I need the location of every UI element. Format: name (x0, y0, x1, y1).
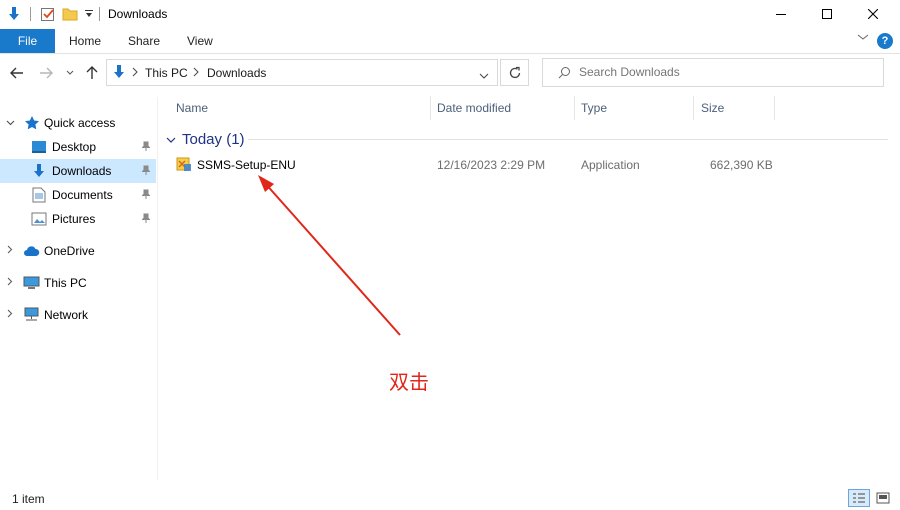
sidebar-item-label: Quick access (44, 116, 116, 130)
breadcrumb-downloads[interactable]: Downloads (207, 66, 266, 80)
search-box[interactable] (542, 58, 884, 87)
pin-icon[interactable] (141, 213, 151, 226)
pictures-icon (31, 212, 47, 229)
column-header-name[interactable]: Name (176, 96, 208, 120)
chevron-right-icon[interactable] (193, 66, 199, 80)
address-bar[interactable]: This PC Downloads (106, 59, 498, 86)
sidebar-item-onedrive[interactable]: OneDrive (0, 239, 156, 263)
chevron-right-icon[interactable] (7, 309, 13, 321)
search-icon (558, 66, 571, 82)
downloads-folder-icon (111, 64, 127, 83)
column-header-type[interactable]: Type (581, 96, 607, 120)
help-icon[interactable]: ? (877, 33, 893, 49)
navigation-pane: Quick access Desktop Downloads Documents (0, 97, 158, 480)
installer-app-icon (176, 156, 192, 175)
column-divider[interactable] (774, 96, 775, 120)
large-icons-view-button[interactable] (872, 489, 894, 507)
file-date-modified: 12/16/2023 2:29 PM (437, 158, 546, 172)
annotation-label: 双击 (389, 370, 429, 394)
group-divider (248, 139, 888, 140)
sidebar-item-this-pc[interactable]: This PC (0, 271, 156, 295)
cloud-icon (23, 245, 40, 260)
group-label: Today (1) (182, 130, 245, 148)
sidebar-item-quick-access[interactable]: Quick access (0, 111, 156, 135)
customize-toolbar-icon[interactable] (84, 8, 94, 22)
tab-view[interactable]: View (187, 29, 213, 53)
new-folder-icon[interactable] (62, 6, 78, 25)
tab-home[interactable]: Home (69, 29, 101, 53)
chevron-right-icon[interactable] (132, 66, 138, 80)
maximize-button[interactable] (804, 0, 850, 28)
toolbar-separator (99, 7, 100, 21)
chevron-down-icon[interactable] (166, 131, 176, 148)
sidebar-item-label: Downloads (52, 164, 112, 178)
column-divider[interactable] (693, 96, 694, 120)
status-item-count: 1 item (12, 492, 45, 506)
group-header-today[interactable]: Today (1) (166, 130, 245, 148)
back-button[interactable] (8, 62, 26, 84)
file-size: 662,390 KB (710, 158, 773, 172)
network-icon (23, 307, 40, 325)
forward-button[interactable] (37, 62, 55, 84)
computer-icon (23, 276, 40, 293)
column-header-date-modified[interactable]: Date modified (437, 96, 511, 120)
tab-share[interactable]: Share (128, 29, 160, 53)
sidebar-item-desktop[interactable]: Desktop (0, 135, 156, 159)
toolbar-separator (30, 7, 31, 21)
breadcrumb-this-pc[interactable]: This PC (145, 66, 188, 80)
sidebar-item-label: Desktop (52, 140, 97, 154)
recent-locations-icon[interactable] (63, 62, 77, 84)
documents-icon (32, 187, 46, 206)
annotation-arrow-icon (258, 175, 401, 336)
sidebar-item-label: OneDrive (44, 244, 95, 258)
up-button[interactable] (84, 62, 100, 84)
sidebar-item-pictures[interactable]: Pictures (0, 207, 156, 231)
column-header-size[interactable]: Size (701, 96, 724, 120)
refresh-button[interactable] (500, 59, 529, 86)
sidebar-item-label: Documents (52, 188, 113, 202)
pin-icon[interactable] (141, 189, 151, 202)
expand-ribbon-icon[interactable] (857, 31, 869, 45)
tab-file[interactable]: File (0, 29, 55, 53)
details-view-button[interactable] (848, 489, 870, 507)
downloads-icon (31, 163, 47, 182)
sidebar-item-network[interactable]: Network (0, 303, 156, 327)
sidebar-item-label: This PC (44, 276, 87, 290)
sidebar-item-label: Pictures (52, 212, 96, 226)
sidebar-item-documents[interactable]: Documents (0, 183, 156, 207)
star-icon (24, 115, 40, 134)
column-divider[interactable] (430, 96, 431, 120)
sidebar-item-downloads[interactable]: Downloads (0, 159, 156, 183)
properties-icon[interactable] (40, 6, 56, 25)
desktop-icon (31, 140, 47, 157)
close-button[interactable] (850, 0, 896, 28)
chevron-right-icon[interactable] (7, 277, 13, 289)
chevron-down-icon[interactable] (6, 117, 15, 129)
file-type: Application (581, 158, 640, 172)
pin-icon[interactable] (141, 141, 151, 154)
sidebar-item-label: Network (44, 308, 89, 322)
pin-icon[interactable] (141, 165, 151, 178)
column-divider[interactable] (574, 96, 575, 120)
quick-access-down-icon[interactable] (6, 6, 22, 25)
search-input[interactable] (579, 64, 869, 80)
chevron-right-icon[interactable] (7, 245, 13, 257)
window-title: Downloads (108, 7, 168, 21)
minimize-button[interactable] (758, 0, 804, 28)
address-history-chevron-icon[interactable] (479, 69, 489, 83)
